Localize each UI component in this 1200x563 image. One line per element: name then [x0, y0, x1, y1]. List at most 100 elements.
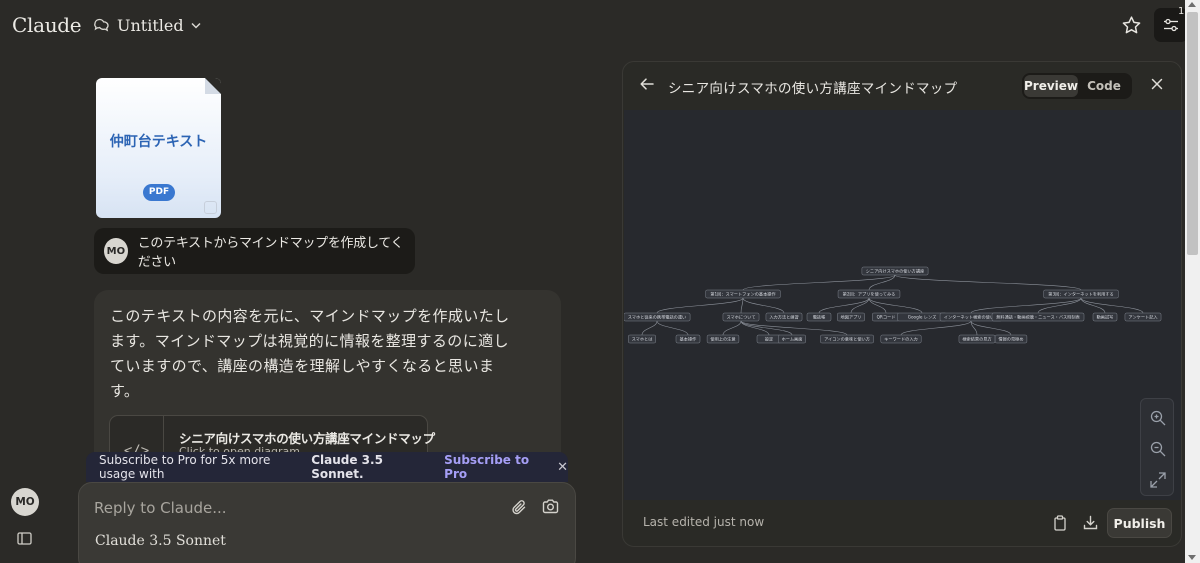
mindmap-leaf-node: 使用上の注意 — [706, 334, 740, 344]
mindmap-branch-node-label: 第2回：アプリを使ってみる — [843, 291, 896, 298]
mindmap-leaf-node-label: 使用上の注意 — [710, 336, 735, 343]
artifact-panel-header: シニア向けスマホの使い方講座マインドマップ Preview Code — [623, 62, 1181, 110]
mindmap-leaf-node: 基本操作 — [675, 334, 701, 344]
mindmap-topic-node-label: 動画試写 — [1097, 314, 1114, 321]
mindmap-branch-node: 第3回：インターネットを利用する — [1043, 289, 1119, 299]
mindmap-root-node: シニア向けスマホの使い方講座 — [861, 266, 929, 276]
reply-input[interactable]: Reply to Claude... — [94, 499, 227, 517]
mindmap-link — [742, 297, 785, 314]
attachment-corner-icon — [204, 201, 217, 214]
mindmap-topic-node-label: 地図アプリ — [841, 314, 862, 321]
mindmap-branch-node-label: 第3回：インターネットを利用する — [1048, 291, 1113, 298]
mindmap-leaf-node-label: キーワードの入力 — [884, 336, 918, 343]
chevron-down-icon — [191, 22, 201, 29]
close-icon[interactable]: ✕ — [557, 460, 568, 475]
chat-bubbles-icon — [93, 18, 110, 33]
chat-title: Untitled — [117, 15, 184, 35]
mindmap-link — [722, 320, 742, 336]
scroll-up-arrow-icon[interactable] — [1188, 2, 1196, 7]
mindmap-leaf-node-label: 基本操作 — [680, 336, 698, 343]
mindmap-topic-node: アンケート記入 — [1124, 312, 1162, 322]
pdf-attachment-card[interactable]: 仲町台テキスト PDF — [96, 78, 221, 218]
user-avatar: MO — [104, 238, 128, 264]
mindmap-leaf-node: スマホとは — [628, 334, 656, 344]
mindmap-link — [900, 320, 972, 336]
mindmap-leaf-node: ホーム画面 — [778, 334, 806, 344]
star-button[interactable] — [1118, 12, 1144, 38]
close-icon[interactable] — [1151, 78, 1163, 90]
user-message: MO このテキストからマインドマップを作成してください — [94, 228, 415, 274]
mindmap-link — [1037, 297, 1082, 314]
scrollbar-thumb[interactable] — [1187, 12, 1198, 255]
mindmap-link — [894, 274, 1082, 291]
model-selector[interactable]: Claude 3.5 Sonnet — [95, 533, 226, 549]
mindmap-topic-node: スマホと従来の携帯電話の違い — [624, 312, 691, 322]
view-toggle: Preview Code — [1022, 73, 1132, 99]
mindmap-link — [656, 320, 689, 336]
camera-icon[interactable] — [542, 499, 559, 514]
mindmap-link — [1080, 297, 1144, 314]
mindmap-link — [740, 297, 744, 314]
mindmap-leaf-node: 情報の見極め — [994, 334, 1028, 344]
download-icon[interactable] — [1083, 515, 1098, 530]
scroll-down-arrow-icon[interactable] — [1188, 555, 1196, 560]
copy-icon[interactable] — [1053, 515, 1067, 531]
sliders-icon — [1163, 18, 1179, 32]
mindmap-leaf-node-label: 情報の見極め — [998, 336, 1023, 343]
mindmap-topic-node: 地図アプリ — [837, 312, 865, 322]
artifact-panel-footer: Last edited just now Publish — [623, 500, 1181, 546]
back-arrow-icon[interactable] — [640, 78, 654, 90]
mindmap-link — [818, 297, 870, 314]
last-edited-status: Last edited just now — [643, 515, 765, 529]
fit-to-screen-icon[interactable] — [1149, 471, 1167, 489]
mindmap-canvas: シニア向けスマホの使い方講座第1回：スマートフォンの基本操作スマホと従来の携帯電… — [624, 266, 1162, 344]
zoom-out-icon[interactable] — [1149, 440, 1167, 458]
claude-logo[interactable]: Claude — [12, 13, 82, 37]
mindmap-preview: シニア向けスマホの使い方講座第1回：スマートフォンの基本操作スマホと従来の携帯電… — [624, 110, 1181, 500]
mindmap-link — [868, 274, 896, 291]
mindmap-link — [656, 297, 744, 314]
subscribe-pro-link[interactable]: Subscribe to Pro — [444, 453, 541, 481]
mindmap-topic-node: スマホについて — [722, 312, 760, 322]
mindmap-leaf-node: 設定 — [756, 334, 782, 344]
mindmap-topic-node: 電話帳 — [806, 312, 832, 322]
tab-preview[interactable]: Preview — [1024, 75, 1079, 97]
pro-banner-model: Claude 3.5 Sonnet. — [311, 453, 383, 481]
mindmap-topic-node-label: アンケート記入 — [1128, 314, 1158, 321]
publish-button[interactable]: Publish — [1107, 508, 1172, 538]
page-fold — [205, 78, 221, 94]
mindmap-leaf-node: アイコンの意味と使い方 — [820, 334, 874, 344]
mindmap-topic-node-label: Google レンズ — [908, 314, 937, 321]
mindmap-root-node-label: シニア向けスマホの使い方講座 — [866, 268, 925, 275]
mindmap-topic-node: QRコード — [872, 312, 900, 322]
mindmap-link — [740, 320, 848, 336]
mindmap-topic-node: Google レンズ — [897, 312, 947, 322]
mindmap-topic-node-label: スマホと従来の携帯電話の違い — [628, 314, 687, 321]
pro-banner-text: Subscribe to Pro for 5x more usage with — [99, 453, 271, 481]
zoom-controls — [1140, 398, 1174, 496]
pro-upsell-banner: Subscribe to Pro for 5x more usage with … — [86, 452, 568, 482]
mindmap-topic-node: 無料通話・動画視聴・ニュース・バス時刻表 — [991, 312, 1085, 322]
tab-code[interactable]: Code — [1078, 75, 1130, 97]
mindmap-leaf-node-label: アイコンの意味と使い方 — [824, 336, 870, 343]
mindmap-leaf-node: 検索結果の見方 — [958, 334, 996, 344]
reply-composer[interactable]: Reply to Claude... Claude 3.5 Sonnet — [78, 482, 576, 563]
mindmap-link — [970, 297, 1082, 314]
assistant-message-text: このテキストの内容を元に、マインドマップを作成いたします。マインドマップは視覚的… — [110, 307, 510, 400]
chat-title-menu[interactable]: Untitled — [93, 14, 201, 36]
mindmap-leaf-node-label: 設定 — [765, 336, 773, 343]
file-type-badge: PDF — [143, 184, 175, 201]
account-avatar[interactable]: MO — [11, 488, 39, 516]
mindmap-topic-node-label: インターネット検索の使い方 — [944, 314, 998, 321]
mindmap-topic-node: 動画試写 — [1092, 312, 1118, 322]
mindmap-topic-node-label: QRコード — [877, 315, 896, 320]
zoom-in-icon[interactable] — [1149, 409, 1167, 427]
user-message-text: このテキストからマインドマップを作成してください — [137, 236, 404, 270]
mindmap-leaf-node-label: 検索結果の見方 — [962, 336, 991, 343]
mindmap-branch-node: 第1回：スマートフォンの基本操作 — [705, 289, 781, 299]
artifact-title: シニア向けスマホの使い方講座マインドマップ — [668, 81, 958, 97]
paperclip-icon[interactable] — [511, 499, 527, 516]
mindmap-topic-node-label: 入力方法と練習 — [769, 314, 798, 321]
mindmap-link — [742, 274, 896, 291]
sidebar-toggle-icon[interactable] — [17, 532, 32, 545]
